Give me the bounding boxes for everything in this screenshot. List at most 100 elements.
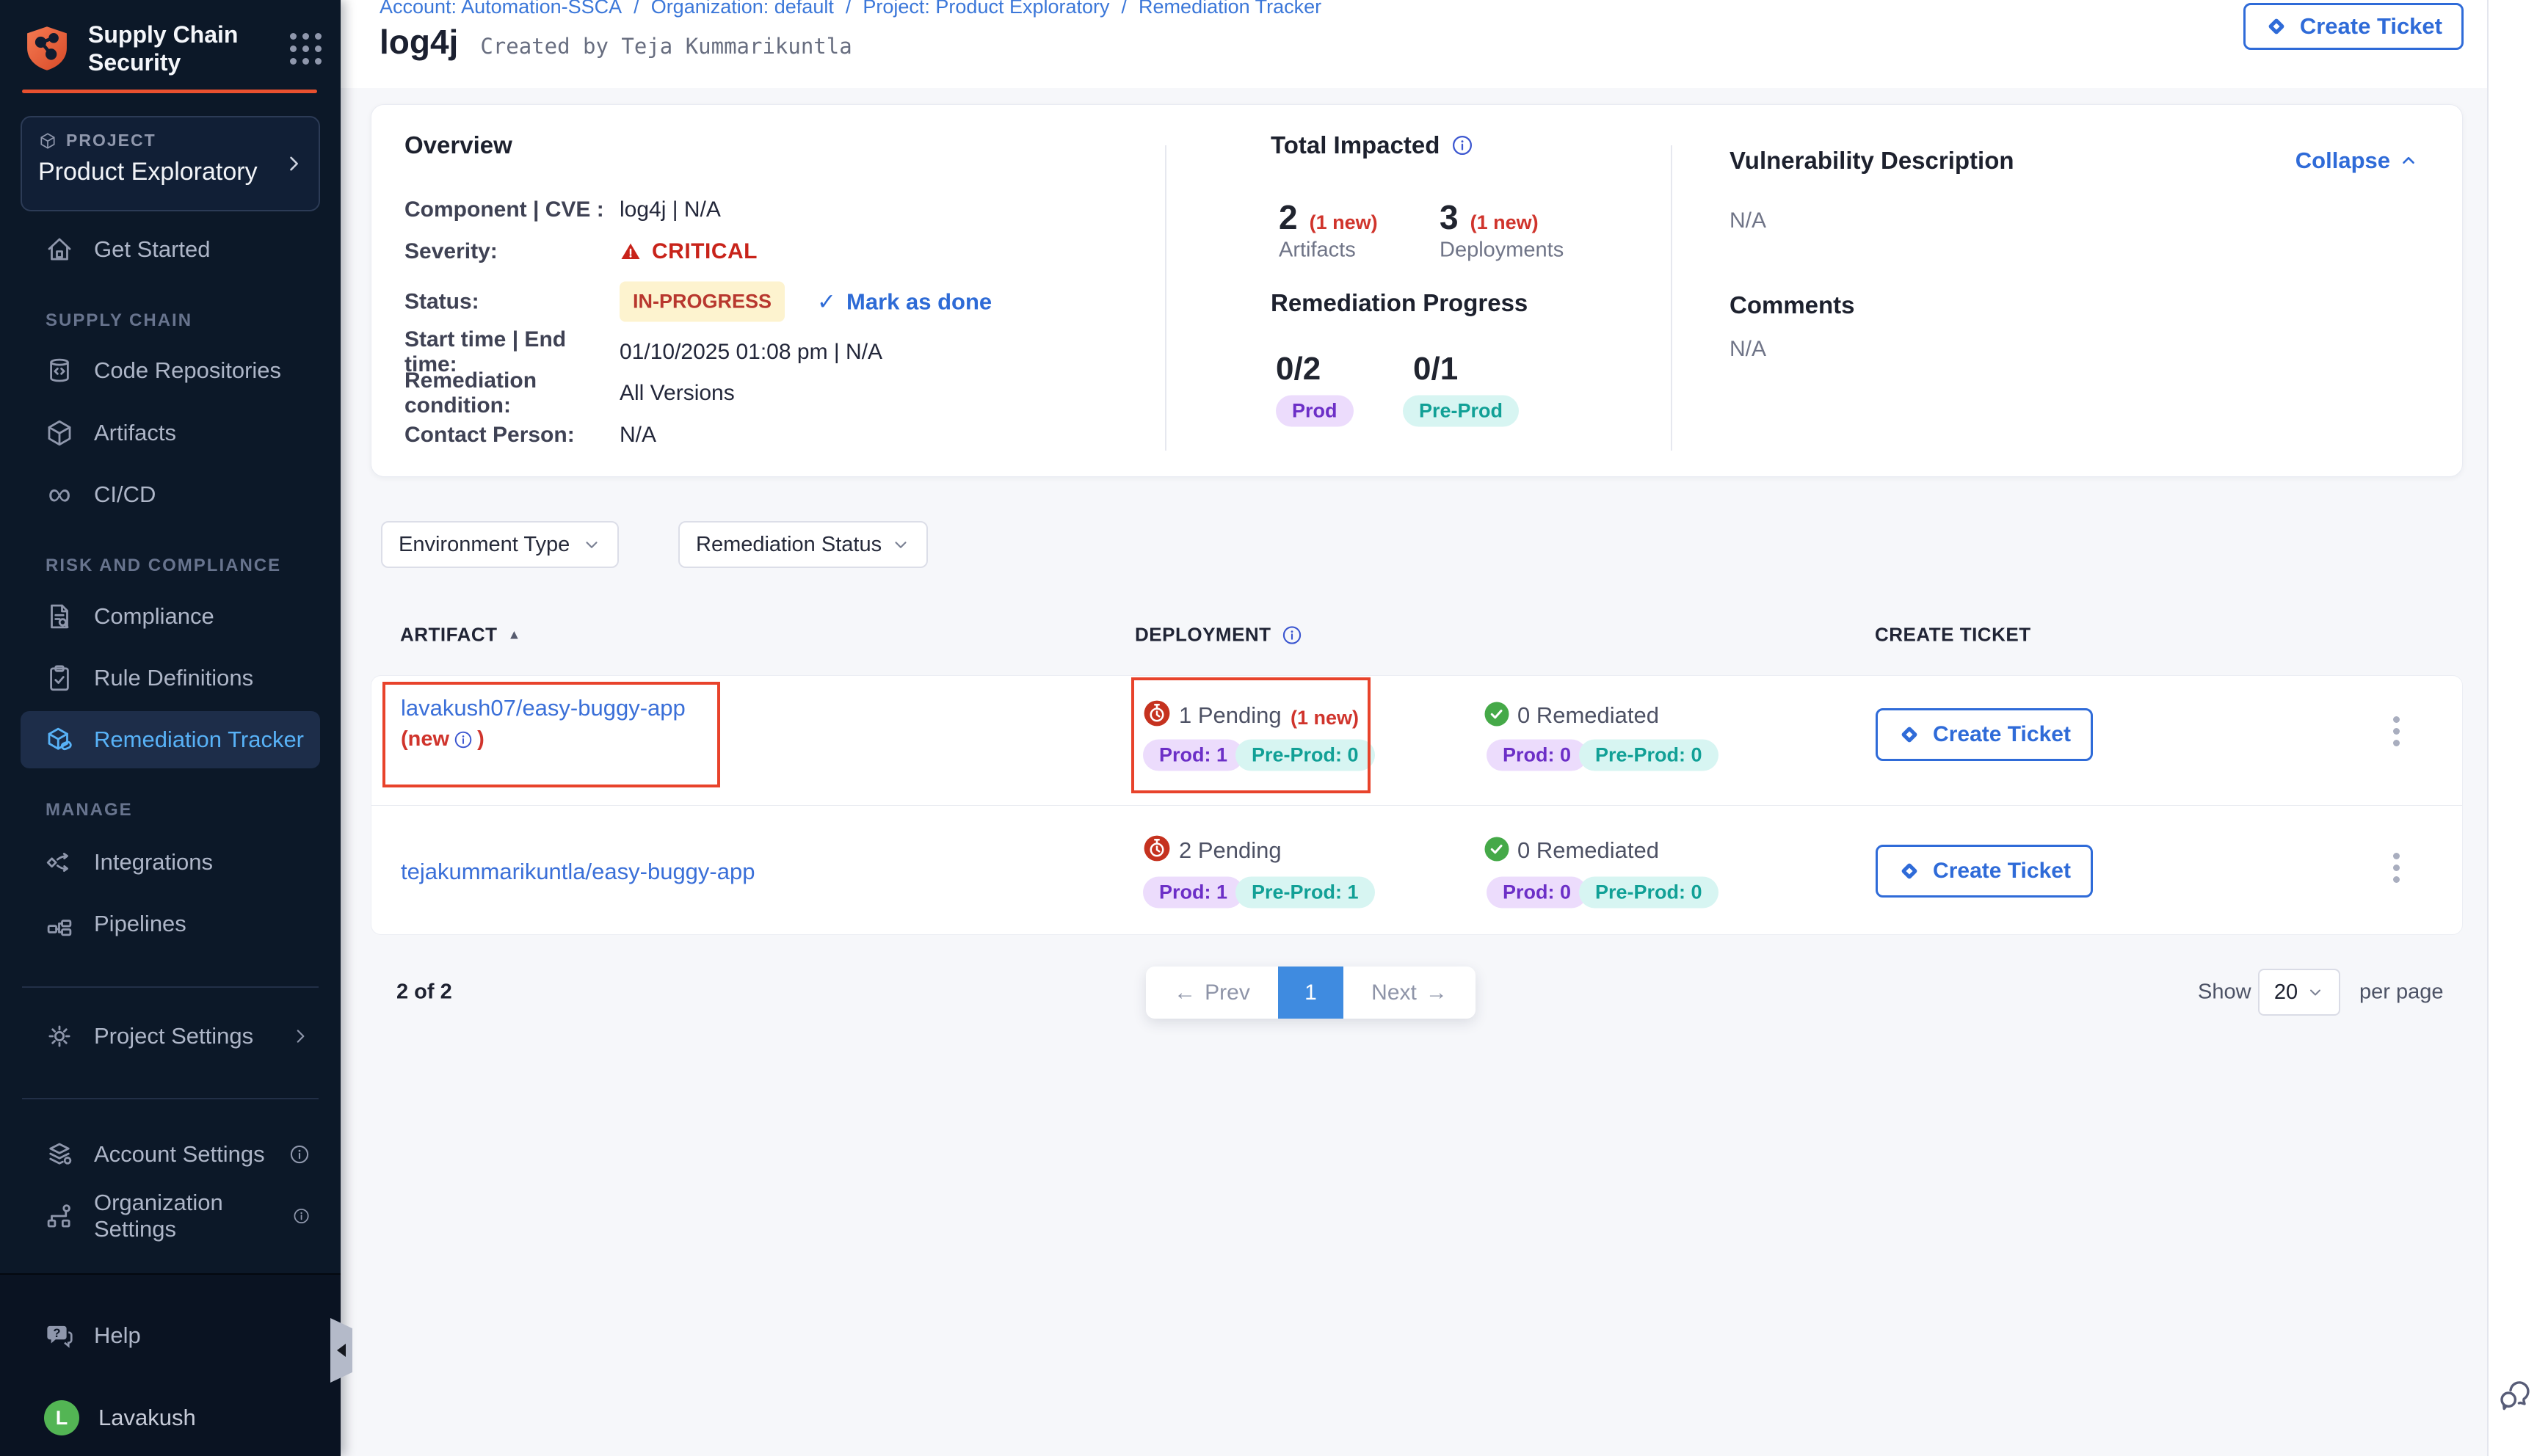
sidebar-section-supply-chain: SUPPLY CHAIN — [46, 310, 192, 331]
remediation-progress-title: Remediation Progress — [1271, 289, 1528, 317]
row-divider — [371, 805, 2462, 806]
breadcrumb-account[interactable]: Account: Automation-SSCA — [380, 0, 622, 18]
sidebar: Supply Chain Security PROJECT Product Ex… — [0, 0, 341, 1456]
create-ticket-button-header[interactable]: Create Ticket — [2243, 3, 2464, 50]
create-ticket-button-row[interactable]: Create Ticket — [1876, 708, 2093, 761]
project-selector[interactable]: PROJECT Product Exploratory — [21, 116, 320, 211]
pagination-count: 2 of 2 — [396, 980, 452, 1005]
overview-panel: Overview Component | CVE : log4j | N/A S… — [371, 104, 2463, 477]
svg-text:?: ? — [53, 1326, 60, 1340]
sidebar-item-account-settings[interactable]: Account Settings — [21, 1126, 320, 1183]
show-label: Show — [2198, 980, 2251, 1005]
chat-bubbles-icon[interactable] — [2496, 1378, 2531, 1413]
comments-value: N/A — [1730, 337, 1766, 362]
sidebar-item-help[interactable]: ? Help — [21, 1307, 320, 1364]
chevron-right-icon — [291, 1027, 310, 1046]
app-title: Supply Chain Security — [88, 21, 238, 76]
deployment-prod-badge: Prod: 1 — [1143, 877, 1244, 909]
overview-title: Overview — [404, 131, 512, 159]
deployment-preprod-badge: Pre-Prod: 0 — [1235, 740, 1375, 771]
infinity-icon: ∞ — [44, 479, 75, 510]
breadcrumb-organization[interactable]: Organization: default — [651, 0, 834, 18]
sidebar-item-code-repositories[interactable]: Code Repositories — [21, 342, 320, 399]
remediation-tracker-icon — [44, 724, 75, 755]
column-header-artifact[interactable]: ARTIFACT ▲ — [400, 624, 521, 647]
collapse-left-arrow-icon — [337, 1344, 346, 1357]
pending-count: 1 Pending — [1179, 702, 1282, 729]
pagination: ← Prev 1 Next → — [1146, 967, 1476, 1019]
remediated-count: 0 Remediated — [1517, 702, 1659, 729]
account-settings-icon — [44, 1139, 75, 1170]
overview-row-status: Status: IN-PROGRESS ✓ Mark as done — [404, 282, 992, 322]
page-number-button[interactable]: 1 — [1278, 967, 1343, 1019]
sidebar-collapse-handle[interactable] — [330, 1318, 352, 1383]
overview-row-component: Component | CVE : log4j | N/A — [404, 197, 721, 222]
create-ticket-button-row[interactable]: Create Ticket — [1876, 845, 2093, 898]
remediated-check-icon — [1484, 701, 1510, 727]
breadcrumb-project[interactable]: Project: Product Exploratory — [863, 0, 1109, 18]
user-menu[interactable]: L Lavakush — [21, 1389, 320, 1446]
supply-chain-security-app: Supply Chain Security PROJECT Product Ex… — [0, 0, 2537, 1456]
breadcrumb-separator: / — [634, 0, 639, 18]
code-repository-icon — [44, 355, 75, 386]
remediated-preprod-badge: Pre-Prod: 0 — [1579, 877, 1718, 909]
row-menu-button[interactable] — [2386, 708, 2407, 754]
column-header-deployment: DEPLOYMENT — [1135, 624, 1302, 647]
sidebar-item-integrations[interactable]: Integrations — [21, 834, 320, 891]
vulnerability-description-title: Vulnerability Description — [1730, 147, 2014, 175]
info-icon[interactable] — [1451, 134, 1473, 156]
artifacts-cube-icon — [44, 418, 75, 448]
remediation-status-filter[interactable]: Remediation Status — [678, 521, 928, 568]
integrations-icon — [44, 847, 75, 878]
next-page-button[interactable]: Next → — [1343, 967, 1476, 1019]
info-icon[interactable] — [454, 730, 473, 749]
sidebar-divider — [22, 986, 319, 988]
vulnerability-description-value: N/A — [1730, 208, 1766, 233]
app-switcher-grid-icon[interactable] — [290, 33, 322, 65]
impacted-deployments-label: Deployments — [1440, 239, 1564, 263]
overview-row-contact: Contact Person: N/A — [404, 423, 656, 448]
mark-as-done-link[interactable]: ✓ Mark as done — [817, 288, 992, 315]
sidebar-item-compliance[interactable]: Compliance — [21, 588, 320, 645]
breadcrumb-remediation-tracker[interactable]: Remediation Tracker — [1139, 0, 1321, 18]
sort-ascending-icon: ▲ — [508, 627, 521, 643]
collapse-link[interactable]: Collapse — [2295, 148, 2418, 174]
clipboard-check-icon — [44, 663, 75, 694]
chevron-down-icon — [582, 535, 601, 554]
check-icon: ✓ — [817, 288, 836, 315]
home-icon — [44, 234, 75, 265]
chevron-down-icon — [891, 535, 910, 554]
sidebar-item-get-started[interactable]: Get Started — [21, 221, 320, 278]
pending-icon — [1143, 834, 1171, 862]
row-menu-button[interactable] — [2386, 845, 2407, 891]
pipelines-icon — [44, 909, 75, 939]
pending-icon — [1143, 699, 1171, 727]
page-size-select[interactable]: 20 — [2258, 969, 2340, 1016]
status-badge: IN-PROGRESS — [620, 282, 785, 322]
sidebar-item-project-settings[interactable]: Project Settings — [21, 1008, 320, 1065]
sidebar-footer: ? Help L Lavakush — [0, 1273, 341, 1456]
artifact-link[interactable]: tejakummarikuntla/easy-buggy-app — [401, 859, 755, 885]
sidebar-item-artifacts[interactable]: Artifacts — [21, 404, 320, 462]
sidebar-item-remediation-tracker[interactable]: Remediation Tracker — [21, 711, 320, 768]
sidebar-item-cicd[interactable]: ∞ CI/CD — [21, 466, 320, 523]
page-header: Account: Automation-SSCA / Organization: d… — [341, 0, 2489, 88]
sidebar-header: Supply Chain Security — [22, 21, 322, 76]
user-name: Lavakush — [98, 1405, 196, 1431]
comments-title: Comments — [1730, 291, 1855, 319]
sidebar-item-organization-settings[interactable]: Organization Settings — [21, 1187, 320, 1245]
prod-badge: Prod — [1276, 396, 1354, 427]
progress-preprod-value: 0/1 — [1413, 351, 1458, 387]
page-title: log4j Created by Teja Kummarikuntla — [380, 22, 852, 62]
prev-page-button[interactable]: ← Prev — [1146, 967, 1278, 1019]
info-icon[interactable] — [1282, 625, 1302, 645]
info-icon — [293, 1206, 310, 1226]
left-arrow-icon: ← — [1174, 980, 1196, 1005]
environment-type-filter[interactable]: Environment Type — [381, 521, 619, 568]
sidebar-item-pipelines[interactable]: Pipelines — [21, 895, 320, 953]
breadcrumb-separator: / — [1122, 0, 1128, 18]
pending-new-indicator: (1 new) — [1291, 707, 1359, 729]
sidebar-item-rule-definitions[interactable]: Rule Definitions — [21, 649, 320, 707]
artifact-link[interactable]: lavakush07/easy-buggy-app — [401, 695, 686, 721]
per-page-label: per page — [2359, 980, 2444, 1005]
